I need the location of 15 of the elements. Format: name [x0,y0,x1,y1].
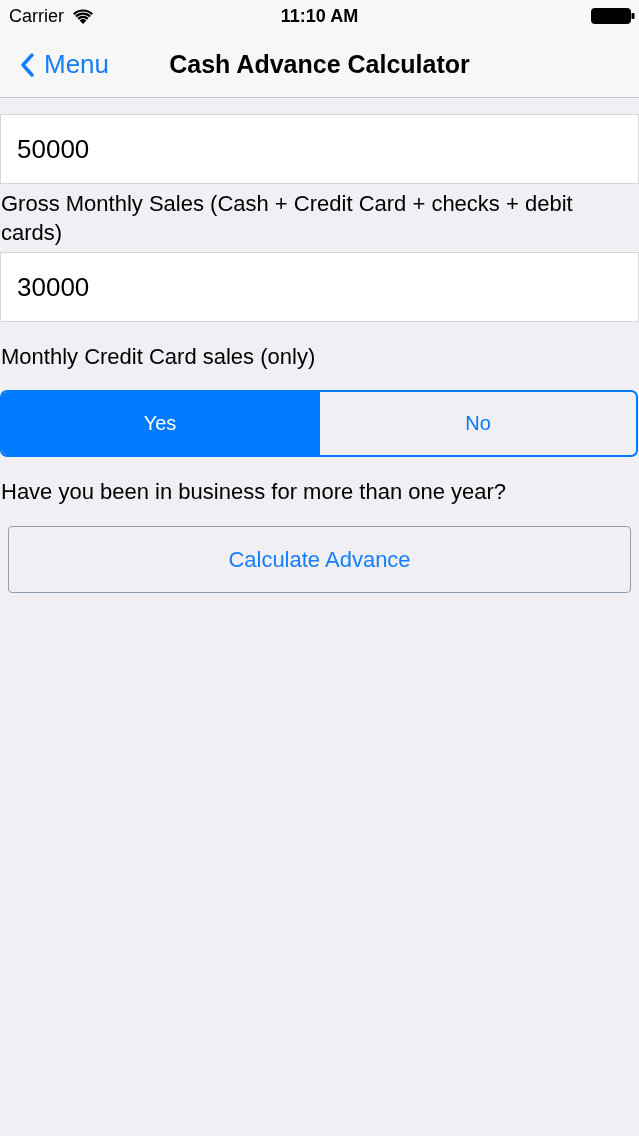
field-label: Gross Monthly Sales (Cash + Credit Card + checks + debit cards) [0,190,574,247]
input-field[interactable]: 30000 [0,252,639,322]
field-label: Have you been in business for more than one year? [0,477,508,506]
segment-button[interactable]: No [318,392,636,455]
carrier-label: Carrier [9,5,64,27]
status-time: 11:10 AM [280,5,359,27]
input-field[interactable]: 50000 [0,114,639,184]
wifi-icon [73,8,93,24]
battery-icon [591,8,635,24]
screen-title: Cash Advance Calculator [169,50,470,79]
field-label: Monthly Credit Card sales (only) [0,342,317,371]
segment-button[interactable]: Yes [2,392,318,455]
chevron-left-icon [20,52,34,77]
calculate-button[interactable]: Calculate Advance [8,526,631,593]
back-button[interactable]: Menu [20,49,110,80]
